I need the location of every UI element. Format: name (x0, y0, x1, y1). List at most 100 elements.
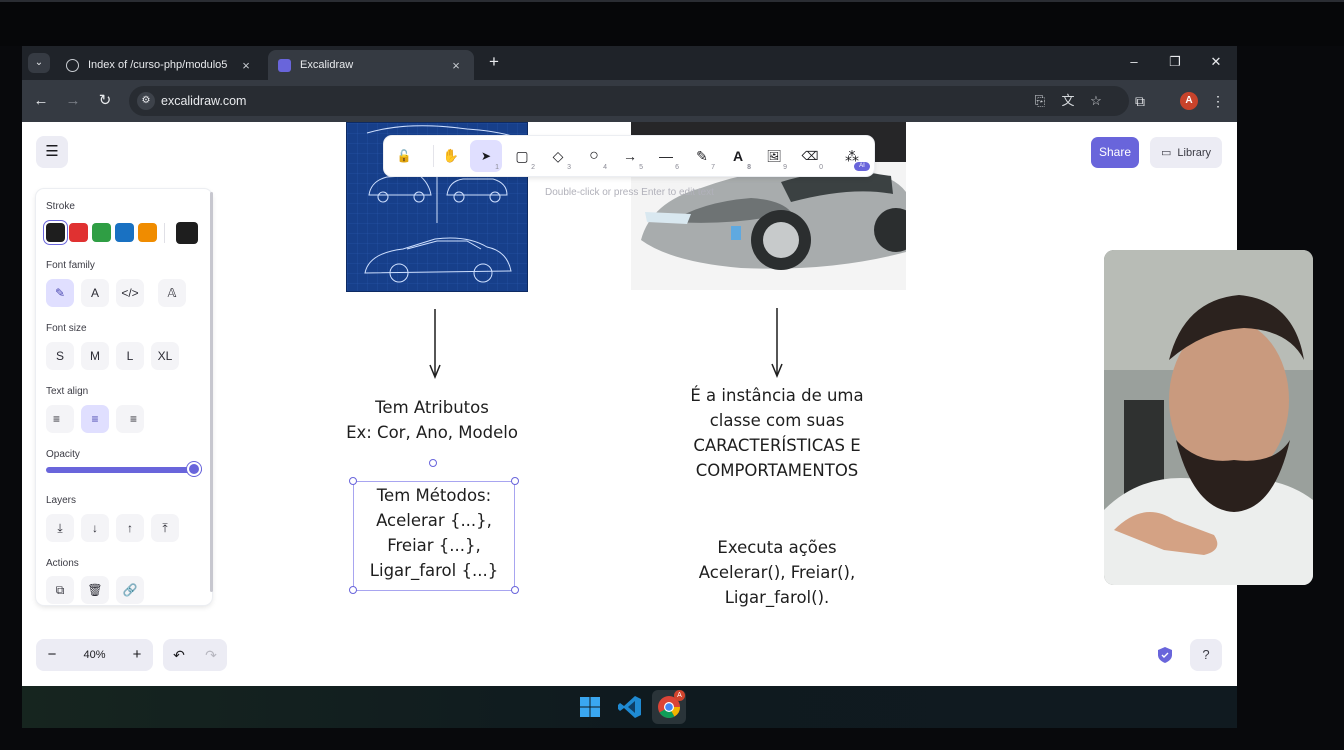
tab-close-icon[interactable]: × (238, 58, 254, 73)
font-code-button[interactable]: </> (116, 279, 144, 307)
stroke-color-black[interactable] (46, 223, 65, 242)
translate-icon[interactable]: 文 (1059, 93, 1077, 109)
reload-button[interactable]: ↻ (94, 91, 116, 111)
browser-toolbar: ← → ↻ ⚙ excalidraw.com ⎘ 文 ☆ ⧉ A ⋮ (22, 80, 1237, 122)
undo-button[interactable]: ↶ (163, 639, 195, 671)
extensions-icon[interactable]: ⧉ (1130, 91, 1150, 111)
current-stroke-color[interactable] (176, 222, 198, 244)
shortcut-number: 9 (783, 164, 787, 171)
bring-forward-button[interactable]: ↑ (116, 514, 144, 542)
new-tab-button[interactable]: + (484, 52, 504, 72)
layers-row: ⤓ ↓ ↑ ⤒ (46, 514, 179, 542)
text-align-row: ≡ ≡ ≡ (46, 405, 144, 433)
zoom-in-button[interactable]: + (121, 639, 153, 671)
stroke-color-green[interactable] (92, 223, 111, 242)
windows-start-icon[interactable] (577, 694, 603, 720)
text-tool-button[interactable]: A8 (722, 140, 754, 172)
text-tem-metodos[interactable]: Tem Métodos: Acelerar {...}, Freiar {...… (344, 483, 524, 583)
shortcut-number: 4 (603, 164, 607, 171)
image-tool-button[interactable]: 🖼 9 (758, 140, 790, 172)
shield-icon[interactable] (1158, 647, 1172, 663)
font-picker-button[interactable]: 𝔸 (158, 279, 186, 307)
send-to-back-button[interactable]: ⤓ (46, 514, 74, 542)
resize-handle-sw[interactable] (349, 586, 357, 594)
bring-to-front-button[interactable]: ⤒ (151, 514, 179, 542)
tab-search-button[interactable]: ⌄ (28, 53, 50, 73)
tab-index-curso-php[interactable]: Index of /curso-php/modulo5 × (56, 50, 264, 80)
tab-excalidraw[interactable]: Excalidraw × (268, 50, 474, 80)
share-button[interactable]: Share (1091, 137, 1139, 168)
arrow-tool-button[interactable]: → 5 (614, 140, 646, 172)
opacity-slider-track[interactable] (46, 467, 202, 473)
text-line: CARACTERÍSTICAS E (693, 436, 861, 455)
align-center-button[interactable]: ≡ (81, 405, 109, 433)
font-hand-drawn-button[interactable]: ✎ (46, 279, 74, 307)
tab-strip: ⌄ Index of /curso-php/modulo5 × Excalidr… (22, 46, 1237, 80)
text-executa-acoes[interactable]: Executa ações Acelerar(), Freiar(), Liga… (667, 535, 887, 610)
diamond-tool-button[interactable]: ◇ 3 (542, 140, 574, 172)
presenter-video (1104, 250, 1313, 585)
tab-close-icon[interactable]: × (448, 58, 464, 73)
text-instancia[interactable]: É a instância de uma classe com suas CAR… (652, 383, 902, 483)
lock-tool-button[interactable]: 🔓 (388, 140, 420, 172)
ellipse-tool-button[interactable]: ○ 4 (578, 140, 610, 172)
help-button[interactable]: ? (1190, 639, 1222, 671)
browser-menu-icon[interactable]: ⋮ (1208, 91, 1228, 111)
align-left-button[interactable]: ≡ (46, 405, 74, 433)
site-info-icon[interactable]: ⚙ (137, 92, 155, 110)
image-icon: 🖼 (766, 149, 782, 163)
font-size-m-button[interactable]: M (81, 342, 109, 370)
zoom-out-button[interactable]: − (36, 639, 68, 671)
restore-button[interactable]: ❐ (1163, 52, 1187, 72)
properties-scrollbar[interactable] (210, 192, 213, 592)
excalidraw-canvas[interactable]: ☰ Stroke Font family ✎ A </> 𝔸 Font size… (22, 122, 1237, 686)
stroke-color-blue[interactable] (115, 223, 134, 242)
actions-label: Actions (46, 558, 79, 569)
ellipse-icon: ○ (589, 147, 599, 164)
install-app-icon[interactable]: ⎘ (1031, 93, 1049, 109)
address-bar[interactable]: ⚙ excalidraw.com ⎘ 文 ☆ (129, 86, 1129, 116)
zoom-level[interactable]: 40% (68, 639, 121, 671)
main-menu-button[interactable]: ☰ (36, 136, 68, 168)
back-button[interactable]: ← (30, 91, 52, 111)
ai-badge: AI (854, 162, 870, 171)
font-size-s-button[interactable]: S (46, 342, 74, 370)
send-backward-button[interactable]: ↓ (81, 514, 109, 542)
profile-avatar[interactable]: A (1180, 92, 1198, 110)
hand-tool-button[interactable]: ✋ (435, 140, 467, 172)
align-right-button[interactable]: ≡ (116, 405, 144, 433)
stroke-color-orange[interactable] (138, 223, 157, 242)
line-tool-button[interactable]: —6 (650, 140, 682, 172)
screen: ⌄ Index of /curso-php/modulo5 × Excalidr… (0, 0, 1344, 750)
close-window-button[interactable]: ✕ (1204, 52, 1228, 72)
bookmark-star-icon[interactable]: ☆ (1087, 93, 1105, 109)
minimize-button[interactable]: – (1122, 52, 1146, 72)
font-normal-button[interactable]: A (81, 279, 109, 307)
arrow-down-left[interactable] (422, 307, 452, 382)
shortcut-number: 1 (495, 164, 499, 171)
font-size-xl-button[interactable]: XL (151, 342, 179, 370)
text-tem-atributos[interactable]: Tem Atributos Ex: Cor, Ano, Modelo (322, 395, 542, 445)
vscode-icon[interactable] (617, 694, 643, 720)
stroke-color-row (46, 222, 206, 245)
duplicate-button[interactable]: ⧉ (46, 576, 74, 604)
selection-tool-button[interactable]: ➤ 1 (470, 140, 502, 172)
draw-tool-button[interactable]: ✎ 7 (686, 140, 718, 172)
text-line: Tem Métodos: (376, 486, 492, 505)
eraser-tool-button[interactable]: ⌫ 0 (794, 140, 826, 172)
rotate-handle[interactable] (429, 459, 437, 467)
stroke-color-red[interactable] (69, 223, 88, 242)
browser-window: ⌄ Index of /curso-php/modulo5 × Excalidr… (22, 46, 1237, 686)
resize-handle-se[interactable] (511, 586, 519, 594)
opacity-slider-handle[interactable] (187, 462, 201, 476)
delete-button[interactable]: 🗑 (81, 576, 109, 604)
lock-icon: 🔓 (396, 149, 412, 163)
link-button[interactable]: 🔗 (116, 576, 144, 604)
library-button[interactable]: ▭ Library (1150, 137, 1222, 168)
divider (164, 223, 165, 243)
rectangle-tool-button[interactable]: ▢ 2 (506, 140, 538, 172)
redo-button[interactable]: ↷ (195, 639, 227, 671)
arrow-down-right[interactable] (765, 306, 795, 381)
font-size-l-button[interactable]: L (116, 342, 144, 370)
forward-button[interactable]: → (62, 91, 84, 111)
